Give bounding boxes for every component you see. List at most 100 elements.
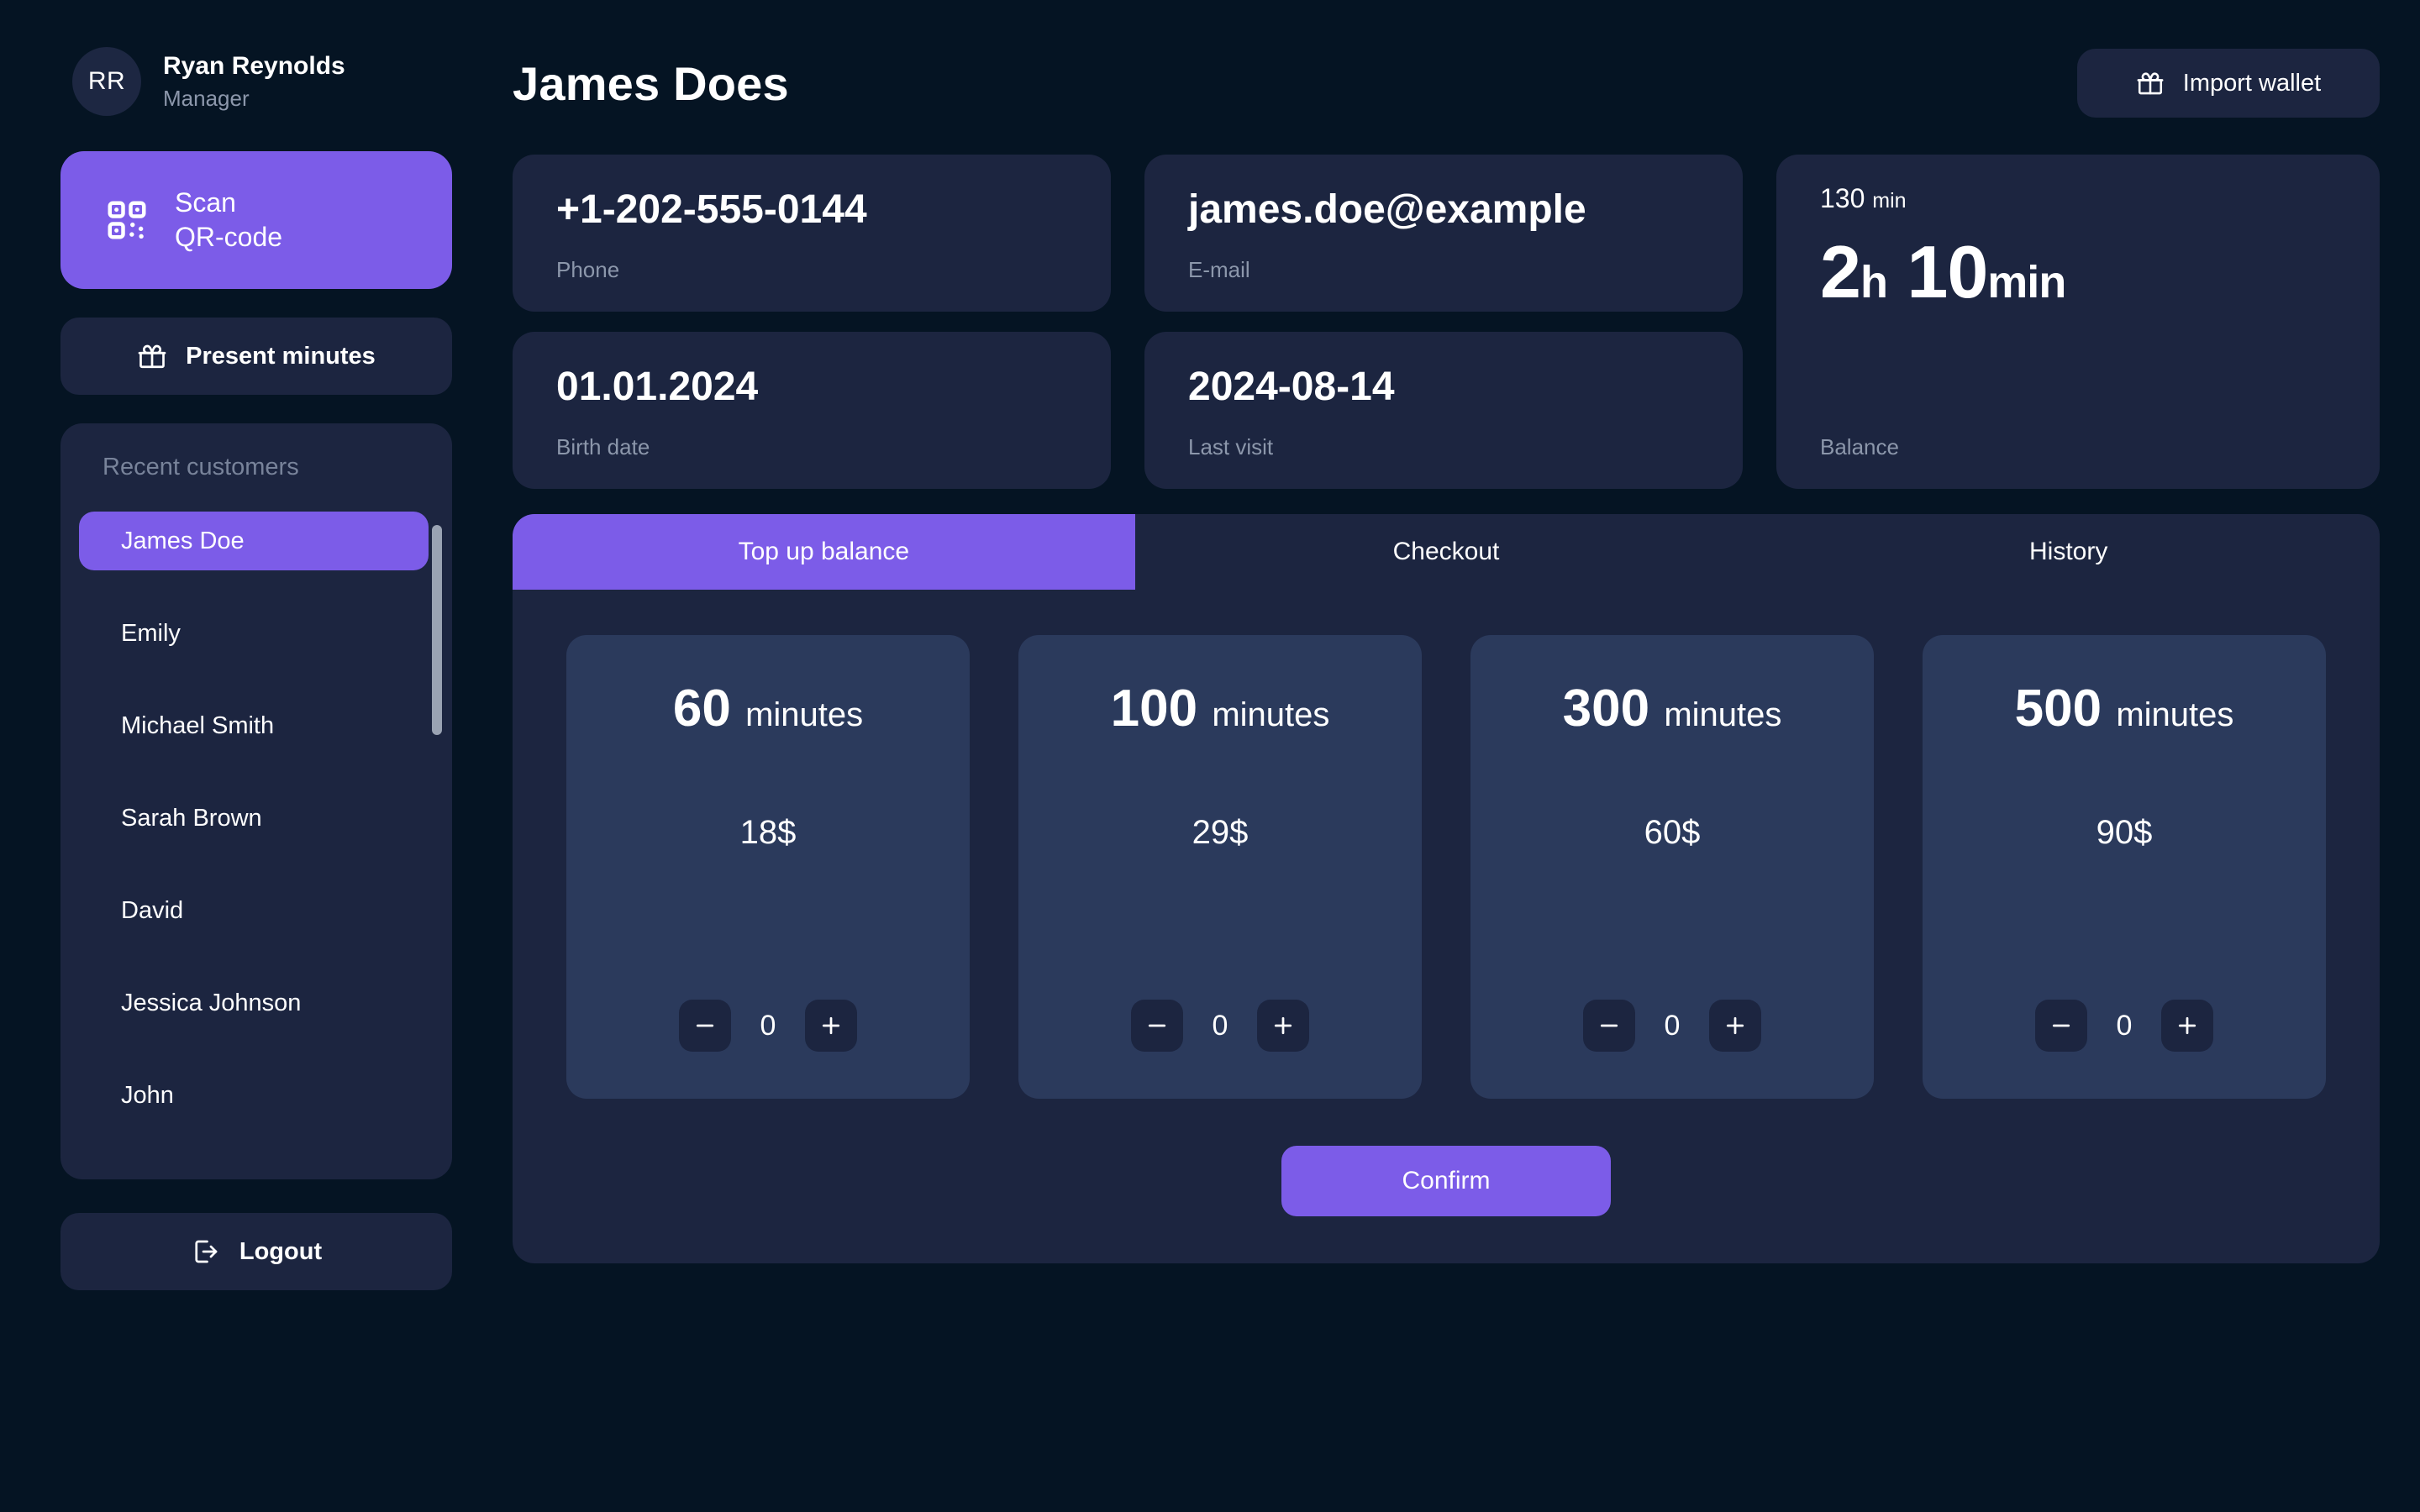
top-up-panel: Top up balance Checkout History 60 minut…: [513, 514, 2380, 1263]
email-value: james.doe@example: [1188, 187, 1586, 232]
main-content: James Does Import wallet +1-202-555-0144: [452, 34, 2380, 1512]
package-title: 60 minutes: [673, 679, 863, 738]
package-unit: minutes: [2116, 696, 2234, 733]
package-quantity-stepper: 0: [1583, 1000, 1761, 1052]
customer-list-item[interactable]: David: [79, 881, 429, 940]
balance-formatted: 2h 10min: [1820, 229, 2343, 315]
customer-info-grid: +1-202-555-0144 Phone james.doe@example …: [513, 155, 2380, 489]
email-label: E-mail: [1188, 257, 1250, 282]
package-unit: minutes: [1212, 696, 1330, 733]
present-minutes-button[interactable]: Present minutes: [60, 318, 452, 395]
top-bar: James Does Import wallet: [513, 34, 2380, 133]
confirm-button[interactable]: Confirm: [1281, 1146, 1611, 1216]
customer-list-item[interactable]: Emily: [79, 604, 429, 663]
profile-role: Manager: [163, 85, 250, 111]
package-quantity-stepper: 0: [679, 1000, 857, 1052]
customer-list-item[interactable]: Sarah Brown: [79, 789, 429, 848]
package-price: 90$: [2096, 814, 2153, 851]
minus-icon[interactable]: [1131, 1000, 1183, 1052]
import-wallet-label: Import wallet: [2182, 69, 2322, 97]
customers-scrollbar[interactable]: [432, 512, 442, 1158]
email-card: james.doe@example E-mail: [1144, 155, 1743, 312]
customer-name: Michael Smith: [121, 711, 275, 739]
last-visit-label: Last visit: [1188, 434, 1274, 459]
package-quantity-value: 0: [1664, 1009, 1681, 1042]
customer-name: John: [121, 1081, 174, 1109]
package-price: 18$: [739, 814, 797, 851]
user-profile: RR Ryan Reynolds Manager: [60, 34, 452, 121]
package-price: 60$: [1644, 814, 1701, 851]
package-title: 300 minutes: [1563, 679, 1782, 738]
avatar: RR: [72, 47, 141, 116]
package-card[interactable]: 300 minutes 60$ 0: [1470, 635, 1874, 1099]
balance-hours-value: 2: [1820, 230, 1861, 313]
recent-customers-title: Recent customers: [103, 454, 299, 480]
plus-icon[interactable]: [1257, 1000, 1309, 1052]
package-amount: 100: [1110, 680, 1198, 738]
customer-list-item[interactable]: John: [79, 1066, 429, 1125]
birth-date-value: 01.01.2024: [556, 365, 759, 409]
recent-customers-panel: Recent customers James Doe Emily Michael…: [60, 423, 452, 1179]
package-unit: minutes: [1664, 696, 1782, 733]
confirm-row: Confirm: [513, 1099, 2380, 1263]
scan-button-line1: Scan: [175, 187, 236, 218]
balance-total-minutes: 130 min: [1820, 183, 2343, 214]
plus-icon[interactable]: [805, 1000, 857, 1052]
package-title: 100 minutes: [1111, 679, 1330, 738]
phone-card: +1-202-555-0144 Phone: [513, 155, 1111, 312]
package-card[interactable]: 100 minutes 29$ 0: [1018, 635, 1422, 1099]
last-visit-card: 2024-08-14 Last visit: [1144, 332, 1743, 489]
plus-icon[interactable]: [1709, 1000, 1761, 1052]
birth-date-label: Birth date: [556, 434, 650, 459]
package-title: 500 minutes: [2015, 679, 2234, 738]
balance-total-minutes-unit: min: [1872, 189, 1907, 213]
package-quantity-stepper: 0: [1131, 1000, 1309, 1052]
profile-name: Ryan Reynolds: [163, 51, 345, 80]
customer-list-item[interactable]: Jessica Johnson: [79, 974, 429, 1032]
balance-label: Balance: [1820, 434, 1899, 459]
import-wallet-button[interactable]: Import wallet: [2077, 49, 2380, 118]
last-visit-value: 2024-08-14: [1188, 365, 1395, 409]
package-amount: 500: [2014, 680, 2102, 738]
customer-name: Jessica Johnson: [121, 989, 302, 1016]
customer-name: James Doe: [121, 527, 245, 554]
package-quantity-value: 0: [1212, 1009, 1228, 1042]
package-grid: 60 minutes 18$ 0 100 minutes 29$ 0 300 m…: [513, 590, 2380, 1099]
balance-card: 130 min 2h 10min Balance: [1776, 155, 2380, 489]
scan-qr-code-button[interactable]: Scan QR-code: [60, 151, 452, 289]
recent-customers-list: James Doe Emily Michael Smith Sarah Brow…: [60, 512, 452, 1158]
minus-icon[interactable]: [1583, 1000, 1635, 1052]
present-minutes-label: Present minutes: [186, 342, 376, 370]
customer-list-item[interactable]: James Doe: [79, 512, 429, 570]
logout-button[interactable]: Logout: [60, 1213, 452, 1290]
page-title: James Does: [513, 56, 789, 110]
package-quantity-stepper: 0: [2035, 1000, 2213, 1052]
phone-label: Phone: [556, 257, 620, 282]
balance-hours-unit: h: [1860, 257, 1888, 307]
qr-code-icon: [104, 197, 150, 243]
balance-minutes-unit: min: [1987, 257, 2066, 307]
package-card[interactable]: 500 minutes 90$ 0: [1923, 635, 2326, 1099]
app-root: RR Ryan Reynolds Manager Scan QR-code Pr…: [0, 0, 2420, 1512]
plus-icon[interactable]: [2161, 1000, 2213, 1052]
package-amount: 300: [1562, 680, 1650, 738]
tab-top-up-balance[interactable]: Top up balance: [513, 514, 1135, 590]
customer-name: David: [121, 896, 184, 924]
package-quantity-value: 0: [2116, 1009, 2133, 1042]
customer-name: Sarah Brown: [121, 804, 262, 832]
scan-button-line2: QR-code: [175, 222, 283, 252]
package-unit: minutes: [745, 696, 864, 733]
balance-minutes-value: 10: [1907, 230, 1988, 313]
tab-checkout[interactable]: Checkout: [1135, 514, 1758, 590]
tab-history[interactable]: History: [1757, 514, 2380, 590]
minus-icon[interactable]: [679, 1000, 731, 1052]
package-card[interactable]: 60 minutes 18$ 0: [566, 635, 970, 1099]
phone-value: +1-202-555-0144: [556, 187, 867, 232]
balance-total-minutes-value: 130: [1820, 183, 1865, 213]
customers-scrollbar-thumb[interactable]: [432, 525, 442, 735]
customer-list-item[interactable]: Michael Smith: [79, 696, 429, 755]
package-quantity-value: 0: [760, 1009, 776, 1042]
package-amount: 60: [672, 680, 731, 738]
customer-name: Emily: [121, 619, 181, 647]
minus-icon[interactable]: [2035, 1000, 2087, 1052]
